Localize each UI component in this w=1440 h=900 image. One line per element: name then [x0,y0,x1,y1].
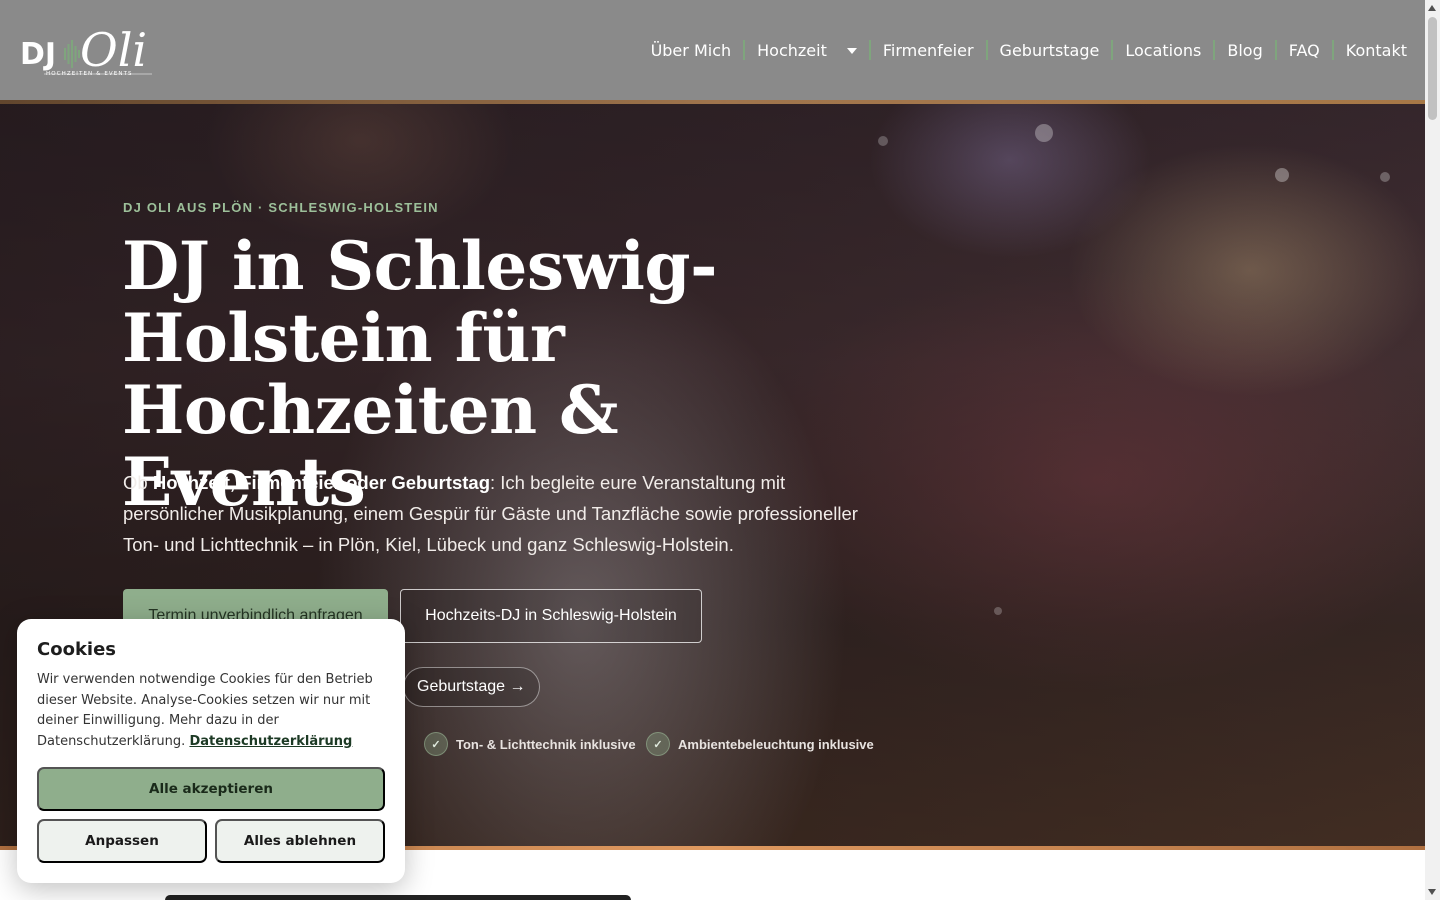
scrollbar-thumb[interactable] [1428,17,1437,120]
nav-locations[interactable]: Locations [1113,40,1213,60]
feature-technik: ✓ Ton- & Lichttechnik inklusive [424,732,636,756]
scroll-down-icon[interactable] [1428,889,1436,895]
customize-button[interactable]: Anpassen [37,819,207,863]
nav-geburtstage[interactable]: Geburtstage [988,40,1112,60]
hero-description: Ob Hochzeit, Firmenfeier oder Geburtstag… [123,467,873,560]
main-nav: Über Mich Hochzeit Firmenfeier Geburtsta… [639,38,1419,62]
logo-tagline: HOCHZEITEN & EVENTS [46,71,133,77]
reject-all-button[interactable]: Alles ablehnen [215,819,385,863]
hero-text-prefix: Ob [123,472,153,493]
nav-firmenfeier[interactable]: Firmenfeier [871,40,986,60]
nav-hochzeit[interactable]: Hochzeit [745,40,869,60]
svg-text:Oli: Oli [80,23,147,77]
nav-kontakt[interactable]: Kontakt [1334,40,1419,60]
site-header: DJ Oli HOCHZEITEN & EVENTS Über Mich Hoc… [0,0,1425,100]
light-flare [1275,168,1289,182]
nav-ueber-mich[interactable]: Über Mich [639,40,744,60]
check-icon: ✓ [646,732,670,756]
geburtstage-chip[interactable]: Geburtstage → [403,667,540,707]
nav-hochzeit-label: Hochzeit [757,40,827,60]
light-flare [878,136,888,146]
next-section-element [165,895,631,900]
hero-text-bold: Hochzeit, Firmenfeier oder Geburtstag [152,472,491,493]
chevron-down-icon[interactable] [846,48,857,54]
nav-blog[interactable]: Blog [1215,40,1274,60]
feature-label: Ambientebeleuchtung inklusive [678,736,874,752]
accept-all-button[interactable]: Alle akzeptieren [37,767,385,811]
check-icon: ✓ [424,732,448,756]
privacy-link[interactable]: Datenschutzerklärung [189,734,352,749]
cookie-title: Cookies [37,639,117,660]
light-flare [1035,124,1053,142]
scroll-up-icon[interactable] [1428,5,1436,11]
cookie-text: Wir verwenden notwendige Cookies für den… [37,670,385,752]
wedding-dj-button[interactable]: Hochzeits-DJ in Schleswig-Holstein [400,589,702,643]
feature-label: Ton- & Lichttechnik inklusive [456,736,636,752]
light-flare [994,607,1002,615]
cookie-banner: Cookies Wir verwenden notwendige Cookies… [17,619,405,883]
hero-eyebrow: DJ OLI AUS PLÖN · SCHLESWIG-HOLSTEIN [123,200,439,215]
feature-ambiente: ✓ Ambientebeleuchtung inklusive [646,732,874,756]
logo[interactable]: DJ Oli HOCHZEITEN & EVENTS [20,18,160,82]
scrollbar[interactable] [1425,0,1440,900]
light-flare [1380,172,1390,182]
nav-faq[interactable]: FAQ [1277,40,1332,60]
svg-text:DJ: DJ [20,37,56,72]
